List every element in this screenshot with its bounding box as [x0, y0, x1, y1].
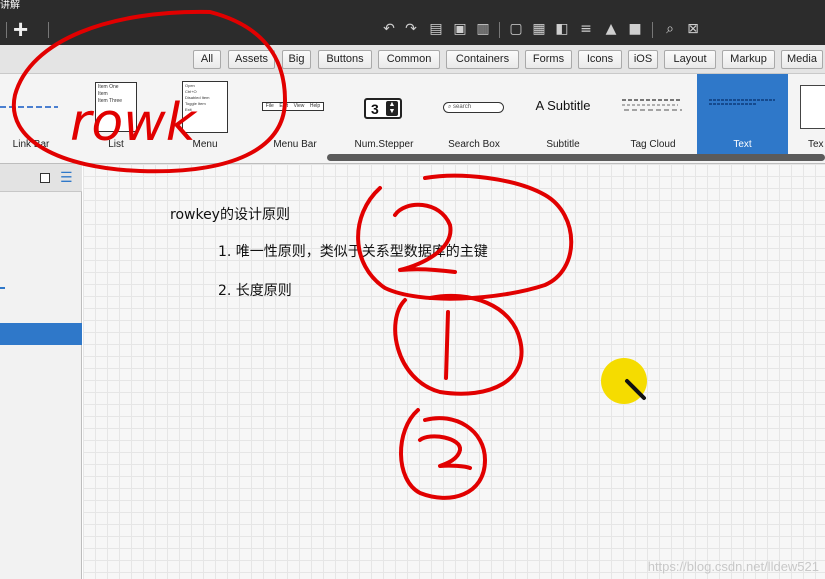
list-preview-row: Item Three [98, 98, 123, 104]
tree-marker [0, 287, 5, 289]
tab-forms[interactable]: Forms [525, 50, 572, 69]
window-title: 讲解 [0, 0, 20, 11]
menu-bar-preview-item: View [293, 103, 305, 109]
canvas-point-2[interactable]: 2. 长度原则 [218, 280, 292, 300]
paste-icon[interactable]: ▥ [474, 21, 492, 37]
copy-icon[interactable]: ▤ [427, 21, 445, 37]
close-icon[interactable]: ⊠ [684, 21, 702, 37]
lock-icon[interactable]: ▲ [602, 21, 620, 37]
search-icon: ⌕ [448, 104, 452, 110]
gallery-item-label: Text [733, 139, 752, 150]
tab-containers[interactable]: Containers [446, 50, 519, 69]
tab-markup[interactable]: Markup [722, 50, 775, 69]
menu-bar-preview: File Edit View Help [262, 102, 324, 111]
gallery-item-num-stepper[interactable]: 3 ▲ ▼ Num.Stepper [344, 74, 424, 154]
top-toolbar: 讲解 + ↶ ↷ ▤ ▣ ▥ ▢ ▦ ◧ ≡ ▲ ■ ⌕ ⊠ [0, 0, 825, 45]
canvas[interactable]: rowkey的设计原则 1. 唯一性原则，类似于关系型数据库的主键 2. 长度原… [83, 164, 825, 579]
gallery-item-menu-bar[interactable]: File Edit View Help Menu Bar [256, 74, 334, 154]
duplicate-icon[interactable]: ▣ [451, 21, 469, 37]
tag-cloud-preview [622, 99, 682, 111]
menu-bar-preview-item: Edit [279, 103, 289, 109]
square-view-icon[interactable] [40, 173, 50, 183]
gallery-item-link-bar[interactable]: Link Bar [0, 74, 62, 154]
tab-common[interactable]: Common [378, 50, 440, 69]
component-gallery: Link Bar Item One Item Item Three List O… [0, 74, 825, 164]
stepper-value: 3 [371, 101, 379, 117]
tab-big[interactable]: Big [282, 50, 311, 69]
stepper-preview: 3 ▲ ▼ [364, 98, 402, 119]
tab-buttons[interactable]: Buttons [318, 50, 372, 69]
redo-icon[interactable]: ↷ [402, 21, 420, 37]
gallery-item-subtitle[interactable]: A Subtitle Subtitle [522, 74, 604, 154]
left-panel-header: ☰ [0, 164, 82, 192]
tab-layout[interactable]: Layout [664, 50, 716, 69]
toolbar-divider [652, 22, 653, 38]
gallery-item-menu[interactable]: Open Ctrl+O Disabled Item Toggle Item Ex… [174, 74, 236, 154]
list-view-icon[interactable]: ☰ [60, 169, 73, 186]
gallery-item-label: Link Bar [12, 139, 50, 150]
gallery-item-text[interactable]: Text [697, 74, 788, 154]
selected-row[interactable] [0, 323, 82, 345]
undo-icon[interactable]: ↶ [380, 21, 398, 37]
gallery-scrollbar[interactable] [327, 154, 825, 161]
tab-media[interactable]: Media [781, 50, 823, 69]
gallery-item-label: Menu Bar [273, 139, 317, 150]
add-button[interactable]: + [13, 16, 28, 42]
tab-icons[interactable]: Icons [578, 50, 622, 69]
canvas-point-1[interactable]: 1. 唯一性原则，类似于关系型数据库的主键 [218, 241, 488, 261]
textarea-preview [800, 85, 825, 129]
menu-bar-preview-item: File [265, 103, 274, 109]
menu-bar-preview-item: Help [309, 103, 321, 109]
gallery-item-label: Subtitle [546, 139, 580, 150]
gallery-item-label: Num.Stepper [354, 139, 414, 150]
gallery-item-label: Tex [808, 139, 824, 150]
link-bar-preview [0, 106, 58, 108]
search-icon[interactable]: ⌕ [661, 21, 679, 37]
menu-preview-row: Exit [185, 107, 192, 112]
tab-ios[interactable]: iOS [628, 50, 658, 69]
category-bar: All Assets Big Buttons Common Containers… [0, 45, 825, 74]
gallery-item-label: Menu [192, 139, 218, 150]
gallery-item-tag-cloud[interactable]: Tag Cloud [612, 74, 694, 154]
group-icon[interactable]: ▢ [507, 21, 525, 37]
gallery-item-label: Tag Cloud [630, 139, 676, 150]
bring-front-icon[interactable]: ◧ [553, 21, 571, 37]
stepper-arrows-icon: ▲ ▼ [386, 101, 398, 116]
tab-all[interactable]: All [193, 50, 221, 69]
left-panel: ☰ [0, 164, 82, 579]
toolbar-divider [48, 22, 49, 38]
search-box-preview: ⌕ search [443, 102, 504, 113]
align-icon[interactable]: ≡ [577, 21, 595, 37]
list-preview: Item One Item Item Three [95, 82, 137, 132]
list-preview-row: Item One [98, 84, 119, 90]
menu-preview: Open Ctrl+O Disabled Item Toggle Item Ex… [182, 81, 228, 133]
toolbar-divider [499, 22, 500, 38]
tab-assets[interactable]: Assets [228, 50, 275, 69]
gallery-item-search-box[interactable]: ⌕ search Search Box [434, 74, 514, 154]
gallery-item-label: Search Box [448, 139, 500, 150]
delete-icon[interactable]: ■ [626, 21, 644, 37]
watermark: https://blog.csdn.net/lldew521 [647, 559, 819, 574]
text-preview [709, 99, 775, 105]
list-preview-row: Item [98, 91, 108, 97]
canvas-heading[interactable]: rowkey的设计原则 [170, 204, 290, 224]
gallery-item-list[interactable]: Item One Item Item Three List [86, 74, 146, 154]
subtitle-preview: A Subtitle [535, 98, 591, 113]
gallery-item-textarea[interactable]: Tex [796, 74, 825, 154]
gallery-item-label: List [108, 139, 124, 150]
toolbar-divider [6, 22, 7, 38]
ungroup-icon[interactable]: ▦ [530, 21, 548, 37]
search-box-placeholder: search [453, 104, 472, 110]
